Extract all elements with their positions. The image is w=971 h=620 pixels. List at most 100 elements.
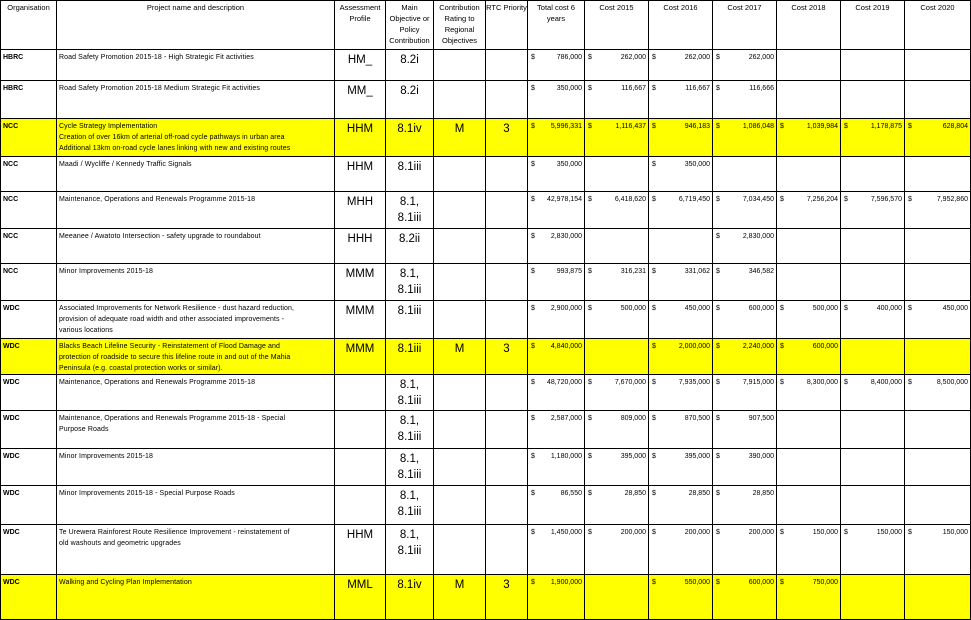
- cost-cell-c2019: [840, 228, 905, 264]
- rtc-priority-cell: [485, 191, 528, 229]
- currency-symbol: $: [652, 415, 656, 422]
- contribution-rating-cell: [433, 49, 486, 81]
- cost-cell-c2019: $7,596,570: [840, 191, 905, 229]
- cost-cell-c2016: $350,000: [648, 156, 713, 192]
- cost-cell-c2015: $809,000: [584, 410, 649, 449]
- table-row: WDC Maintenance, Operations and Renewals …: [0, 410, 971, 449]
- currency-symbol: $: [652, 343, 656, 350]
- cost-cell-c2019: [840, 263, 905, 301]
- cost-cell-c2020: $8,500,000: [904, 374, 971, 411]
- assessment-profile-cell: HHM: [334, 156, 386, 192]
- currency-symbol: $: [716, 233, 720, 240]
- cost-value: 1,450,000: [550, 529, 582, 536]
- currency-symbol: $: [716, 529, 720, 536]
- rtc-priority-cell: [485, 485, 528, 525]
- cost-value: 1,178,875: [870, 123, 902, 130]
- cost-cell-c2015: [584, 338, 649, 375]
- contribution-rating-cell: M: [433, 338, 486, 375]
- table-row: NCC Minor Improvements 2015-18 MMM 8.1, 8.1i…: [0, 263, 971, 301]
- cost-value: 7,915,000: [742, 379, 774, 386]
- cost-value: 7,034,450: [742, 196, 774, 203]
- objective-cell: 8.1, 8.1iii: [385, 524, 434, 575]
- cost-cell-c2015: $500,000: [584, 300, 649, 339]
- project-description-line: Blacks Beach Lifeline Security - Reinsta…: [59, 343, 280, 350]
- cost-cell-c2019: [840, 410, 905, 449]
- cost-cell-total: $86,550: [527, 485, 585, 525]
- cost-cell-c2016: $450,000: [648, 300, 713, 339]
- header-cost2016: Cost 2016: [648, 0, 713, 50]
- cost-cell-c2016: [648, 228, 713, 264]
- header-objective: Main Objective or Policy Contribution: [385, 0, 434, 50]
- assessment-profile-cell: HM_: [334, 49, 386, 81]
- assessment-profile-cell: MHH: [334, 191, 386, 229]
- cost-cell-c2017: $907,500: [712, 410, 777, 449]
- cost-cell-c2016: $116,667: [648, 80, 713, 119]
- cost-value: 116,667: [621, 85, 646, 92]
- objective-line: 8.1,: [399, 415, 420, 427]
- cost-cell-c2016: $262,000: [648, 49, 713, 81]
- currency-symbol: $: [531, 529, 535, 536]
- objective-line: 8.1,: [399, 490, 420, 502]
- currency-symbol: $: [531, 490, 535, 497]
- currency-symbol: $: [844, 196, 848, 203]
- currency-symbol: $: [588, 196, 592, 203]
- cost-value: 907,500: [748, 415, 774, 422]
- cost-value: 1,900,000: [550, 579, 582, 586]
- cost-value: 200,000: [748, 529, 774, 536]
- objective-cell: 8.1, 8.1iii: [385, 263, 434, 301]
- header-total: Total cost 6 years: [527, 0, 585, 50]
- table-row: HBRC Road Safety Promotion 2015-18 Medium…: [0, 80, 971, 119]
- cost-cell-total: $2,587,000: [527, 410, 585, 449]
- cost-value: 6,719,450: [678, 196, 710, 203]
- currency-symbol: $: [652, 196, 656, 203]
- table-row: NCC Cycle Strategy Implementation Creation…: [0, 118, 971, 157]
- cost-cell-c2019: [840, 448, 905, 486]
- currency-symbol: $: [652, 305, 656, 312]
- cost-value: 1,116,437: [615, 123, 646, 130]
- cost-cell-c2016: $7,935,000: [648, 374, 713, 411]
- rtc-priority-cell: [485, 263, 528, 301]
- cost-cell-c2020: [904, 156, 971, 192]
- cost-value: 870,500: [684, 415, 710, 422]
- cost-value: 390,000: [748, 453, 774, 460]
- project-description-cell: Minor Improvements 2015-18 - Special Pur…: [56, 485, 335, 525]
- assessment-profile-cell: [334, 410, 386, 449]
- objective-line: 8.1,: [399, 196, 420, 208]
- cost-cell-c2017: [712, 156, 777, 192]
- table-row: WDC Minor Improvements 2015-18 - Special …: [0, 485, 971, 525]
- cost-value: 150,000: [942, 529, 968, 536]
- currency-symbol: $: [780, 196, 784, 203]
- cost-cell-c2019: $1,178,875: [840, 118, 905, 157]
- cost-cell-c2015: $395,000: [584, 448, 649, 486]
- contribution-rating-cell: [433, 191, 486, 229]
- cost-cell-total: $1,450,000: [527, 524, 585, 575]
- organisation-cell: WDC: [0, 410, 57, 449]
- cost-cell-total: $350,000: [527, 156, 585, 192]
- cost-cell-c2015: $1,116,437: [584, 118, 649, 157]
- objective-line: 8.1iv: [397, 123, 422, 135]
- contribution-rating-cell: [433, 374, 486, 411]
- cost-cell-c2017: $1,086,048: [712, 118, 777, 157]
- currency-symbol: $: [588, 268, 592, 275]
- cost-value: 28,850: [624, 490, 646, 497]
- table-row: HBRC Road Safety Promotion 2015-18 - High…: [0, 49, 971, 81]
- currency-symbol: $: [652, 54, 656, 61]
- cost-cell-c2016: $946,183: [648, 118, 713, 157]
- cost-cell-c2020: [904, 485, 971, 525]
- project-description-cell: Minor Improvements 2015-18: [56, 448, 335, 486]
- project-description-cell: Maintenance, Operations and Renewals Pro…: [56, 374, 335, 411]
- cost-cell-c2018: [776, 410, 841, 449]
- cost-cell-c2020: [904, 448, 971, 486]
- objective-line: 8.1,: [399, 453, 420, 465]
- table-row: WDC Maintenance, Operations and Renewals …: [0, 374, 971, 411]
- organisation-cell: NCC: [0, 191, 57, 229]
- cost-value: 2,240,000: [742, 343, 774, 350]
- cost-cell-c2019: [840, 338, 905, 375]
- cost-value: 86,550: [560, 490, 582, 497]
- rtc-priority-cell: [485, 156, 528, 192]
- objective-line: 8.1iv: [397, 579, 422, 591]
- objective-line: 8.1iii: [397, 305, 422, 317]
- currency-symbol: $: [716, 196, 720, 203]
- cost-cell-c2019: [840, 485, 905, 525]
- currency-symbol: $: [844, 379, 848, 386]
